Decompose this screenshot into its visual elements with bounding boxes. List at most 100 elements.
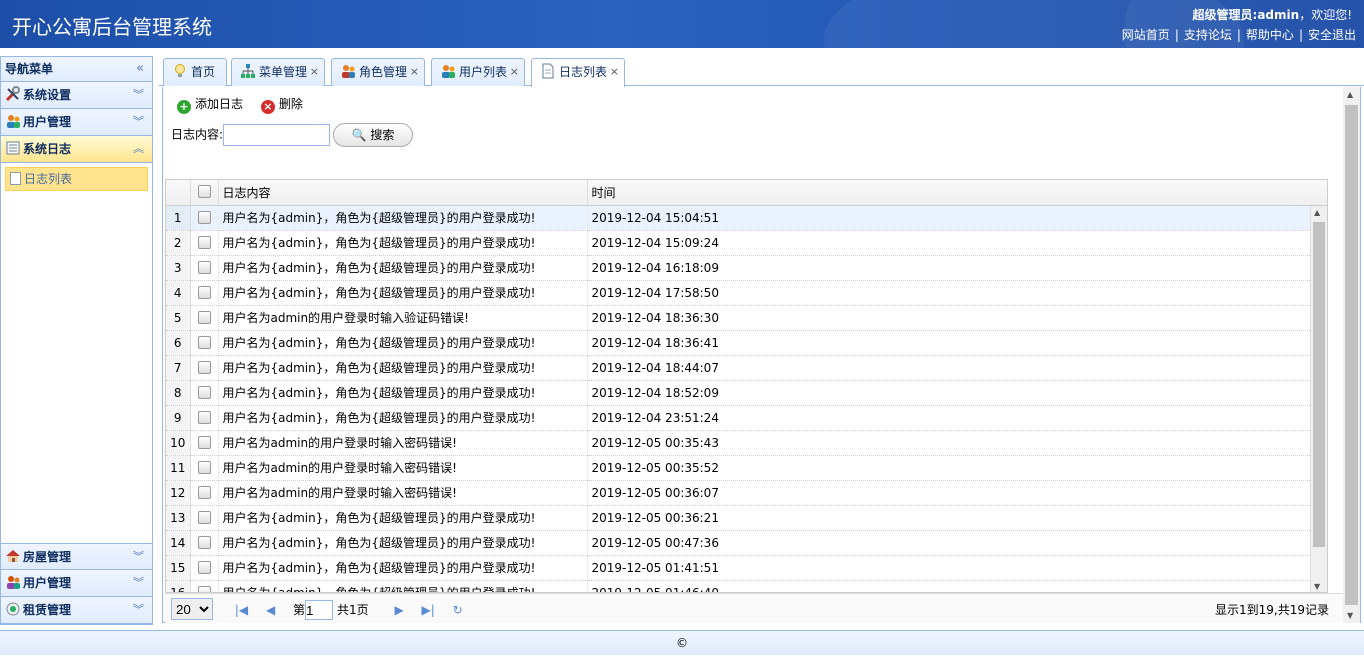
close-icon[interactable]: × [410,59,419,85]
close-icon[interactable]: × [310,59,319,85]
page-info: 显示1到19,共19记录 [1215,603,1329,617]
row-checkbox[interactable] [197,360,211,374]
table-row[interactable]: 4 用户名为{admin}，角色为{超级管理员}的用户登录成功! 2019-12-0… [166,280,1327,306]
collapse-left-icon[interactable]: « [136,57,144,81]
last-page-icon[interactable]: ▶| [422,603,435,617]
row-checkbox[interactable] [197,585,211,592]
table-row[interactable]: 9 用户名为{admin}，角色为{超级管理员}的用户登录成功! 2019-12-0… [166,405,1327,431]
table-scroll-thumb[interactable] [1313,222,1325,547]
row-number: 7 [166,355,191,381]
scroll-down-icon[interactable]: ▼ [1347,611,1353,620]
scroll-down-icon[interactable]: ▼ [1314,582,1320,591]
log-content-cell: 用户名为admin的用户登录时输入密码错误! [218,430,588,456]
sidebar-section-users[interactable]: 用户管理 ︾ [1,570,152,597]
table-row[interactable]: 3 用户名为{admin}，角色为{超级管理员}的用户登录成功! 2019-12-0… [166,255,1327,281]
search-row: 日志内容: 🔍 搜索 [163,117,1360,149]
log-content-cell: 用户名为{admin}，角色为{超级管理员}的用户登录成功! [218,255,588,281]
table-row[interactable]: 12 用户名为admin的用户登录时输入密码错误! 2019-12-05 00:36… [166,480,1327,506]
table-row[interactable]: 5 用户名为admin的用户登录时输入验证码错误! 2019-12-04 18:36… [166,305,1327,331]
log-time-cell: 2019-12-04 18:36:30 [587,305,1327,331]
sidebar-section-user-mgmt[interactable]: 用户管理 ︾ [1,109,152,136]
chevron-down-icon: ︾ [133,576,144,589]
log-tree: 日志列表 [1,163,152,568]
row-checkbox[interactable] [197,235,211,249]
tab-role-mgmt[interactable]: 角色管理 × [331,58,425,86]
row-checkbox[interactable] [197,460,211,474]
refresh-icon[interactable]: ↻ [453,603,463,617]
row-checkbox[interactable] [197,410,211,424]
sidebar-section-label: 系统日志 [23,142,72,156]
next-page-icon[interactable]: ▶ [394,603,403,617]
row-checkbox-cell [190,555,219,581]
tab-user-list[interactable]: 用户列表 × [431,58,525,86]
close-icon[interactable]: × [510,59,519,85]
chevron-up-icon: ︽ [133,142,144,155]
row-checkbox[interactable] [197,535,211,549]
sidebar-section-label: 房屋管理 [23,550,72,564]
log-time-cell: 2019-12-04 15:09:24 [587,230,1327,256]
table-scrollbar[interactable]: ▲ ▼ [1310,206,1327,592]
select-all-checkbox[interactable] [197,185,211,199]
row-checkbox[interactable] [197,310,211,324]
first-page-icon[interactable]: |◀ [235,603,248,617]
log-time-cell: 2019-12-05 00:35:52 [587,455,1327,481]
scroll-up-icon[interactable]: ▲ [1347,90,1353,99]
row-checkbox[interactable] [197,285,211,299]
row-checkbox[interactable] [197,435,211,449]
log-content-cell: 用户名为admin的用户登录时输入密码错误! [218,455,588,481]
tree-item-log-list[interactable]: 日志列表 [5,167,148,191]
row-checkbox[interactable] [197,260,211,274]
table-row[interactable]: 13 用户名为{admin}，角色为{超级管理员}的用户登录成功! 2019-12-… [166,505,1327,531]
link-site-home[interactable]: 网站首页 [1122,28,1170,42]
table-row[interactable]: 10 用户名为admin的用户登录时输入密码错误! 2019-12-05 00:35… [166,430,1327,456]
search-button[interactable]: 🔍 搜索 [333,123,414,147]
sidebar-section-house-mgmt[interactable]: 房屋管理 ︾ [1,543,152,570]
sidebar-section-system-log[interactable]: 系统日志 ︽ [1,136,152,163]
link-help[interactable]: 帮助中心 [1246,28,1294,42]
tab-label: 首页 [191,65,216,79]
table-row[interactable]: 1 用户名为{admin}，角色为{超级管理员}的用户登录成功! 2019-12-0… [166,205,1327,231]
table-row[interactable]: 15 用户名为{admin}，角色为{超级管理员}的用户登录成功! 2019-12-… [166,555,1327,581]
log-content-input[interactable] [223,124,331,146]
delete-button[interactable]: × 删除 [260,95,303,114]
chevron-down-icon: ︾ [133,550,144,563]
file-icon [540,62,556,79]
row-number: 12 [166,480,191,506]
page-size-select[interactable]: 20 [171,598,213,620]
add-log-button[interactable]: + 添加日志 [177,95,243,114]
table-row[interactable]: 11 用户名为admin的用户登录时输入密码错误! 2019-12-05 00:35… [166,455,1327,481]
table-row[interactable]: 2 用户名为{admin}，角色为{超级管理员}的用户登录成功! 2019-12-0… [166,230,1327,256]
sidebar-section-lease-mgmt[interactable]: 租赁管理 ︾ [1,597,152,624]
page-number-input[interactable] [305,600,334,620]
row-checkbox[interactable] [197,335,211,349]
row-checkbox[interactable] [197,560,211,574]
column-header-content[interactable]: 日志内容 [218,180,588,206]
log-content-cell: 用户名为{admin}，角色为{超级管理员}的用户登录成功! [218,230,588,256]
table-row[interactable]: 14 用户名为{admin}，角色为{超级管理员}的用户登录成功! 2019-12-… [166,530,1327,556]
tab-log-list[interactable]: 日志列表 × [531,58,625,87]
table-header-row: 日志内容 时间 [166,180,1327,206]
tab-menu-mgmt[interactable]: 菜单管理 × [231,58,325,86]
row-checkbox[interactable] [197,385,211,399]
column-header-time[interactable]: 时间 [587,180,1327,206]
scroll-up-icon[interactable]: ▲ [1314,208,1320,217]
link-logout[interactable]: 安全退出 [1308,28,1356,42]
row-checkbox[interactable] [197,210,211,224]
tab-home[interactable]: 首页 [163,58,227,86]
table-row[interactable]: 6 用户名为{admin}，角色为{超级管理员}的用户登录成功! 2019-12-0… [166,330,1327,356]
row-number-header [166,180,191,206]
panel-scroll-thumb[interactable] [1345,105,1358,605]
link-forum[interactable]: 支持论坛 [1184,28,1232,42]
row-checkbox[interactable] [197,485,211,499]
table-row[interactable]: 7 用户名为{admin}，角色为{超级管理员}的用户登录成功! 2019-12-0… [166,355,1327,381]
table-row[interactable]: 16 用户名为{admin}，角色为{超级管理员}的用户登录成功! 2019-12-… [166,580,1327,592]
row-checkbox-cell [190,330,219,356]
sidebar-section-label: 租赁管理 [23,603,72,617]
row-checkbox[interactable] [197,510,211,524]
panel-scrollbar[interactable]: ▲ ▼ [1343,87,1360,623]
log-time-cell: 2019-12-05 00:36:07 [587,480,1327,506]
sidebar-section-system-settings[interactable]: 系统设置 ︾ [1,82,152,109]
table-row[interactable]: 8 用户名为{admin}，角色为{超级管理员}的用户登录成功! 2019-12-0… [166,380,1327,406]
prev-page-icon[interactable]: ◀ [266,603,275,617]
close-icon[interactable]: × [610,59,619,85]
